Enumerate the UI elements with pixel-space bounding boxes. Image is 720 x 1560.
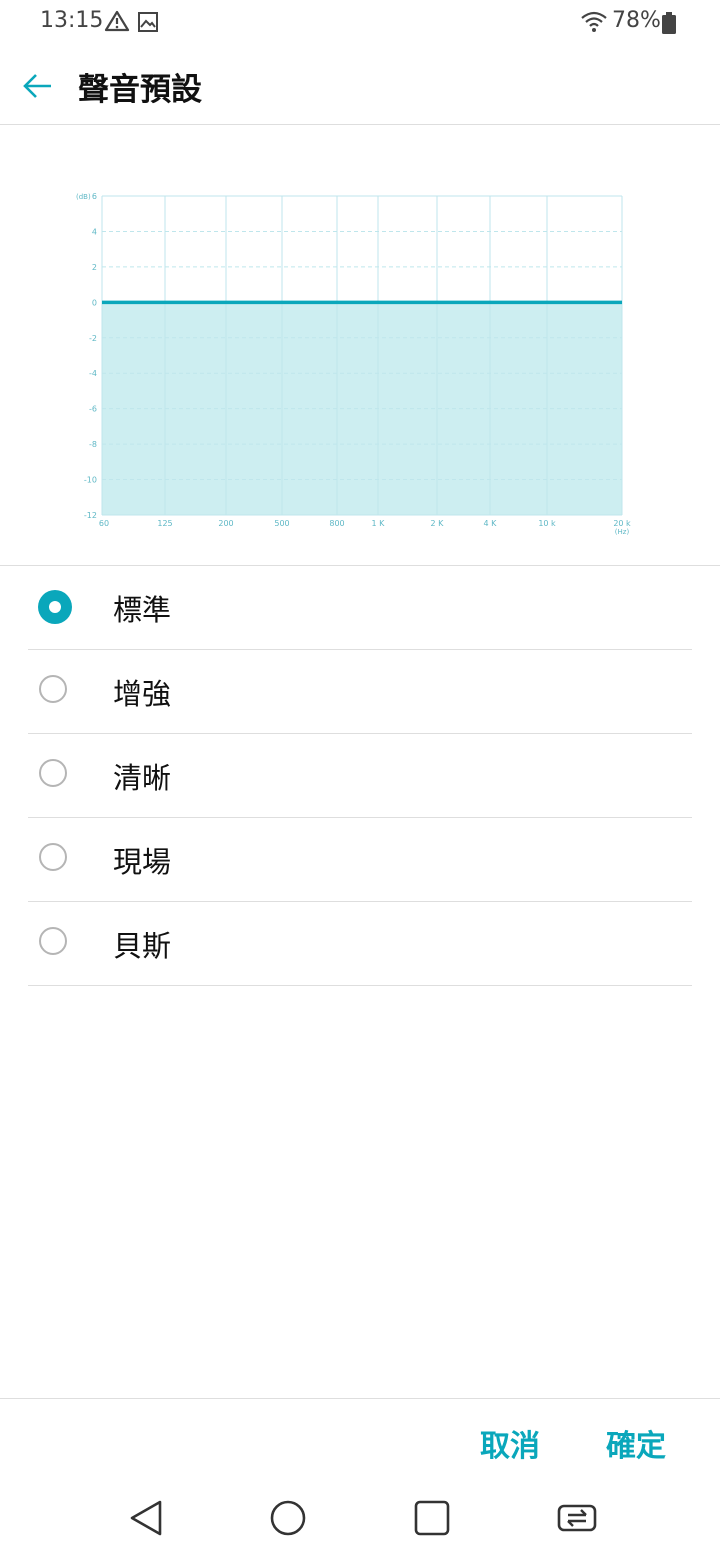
y-tick-label: -10 [84,476,97,485]
y-tick-label: 6 [92,192,97,201]
preset-label: 現場 [113,845,172,879]
x-tick-label: 125 [157,519,172,528]
status-time: 13:15 [40,8,104,33]
radio-button[interactable] [38,590,72,624]
x-tick-label: 10 k [538,519,556,528]
preset-option[interactable]: 現場 [28,818,692,902]
preset-option[interactable]: 清晰 [28,734,692,818]
x-unit-label: (Hz) [615,528,630,536]
x-tick-label: 500 [274,519,289,528]
x-tick-label: 20 k [613,519,631,528]
y-tick-label: 0 [92,298,97,307]
x-tick-label: 2 K [431,519,445,528]
radio-button[interactable] [39,927,67,955]
x-tick-label: 200 [218,519,233,528]
x-tick-label: 800 [329,519,344,528]
y-tick-label: -2 [89,334,97,343]
home-circle-icon[interactable] [268,1498,308,1538]
preset-label: 貝斯 [113,929,172,963]
status-bar: 13:15 78% [0,0,720,48]
image-icon [138,12,158,32]
preset-option[interactable]: 貝斯 [28,902,692,986]
app-bar: 聲音預設 [0,48,720,125]
y-unit-label: (dB) [76,193,91,201]
confirm-button[interactable]: 確定 [606,1421,666,1465]
page-title: 聲音預設 [78,72,202,108]
y-tick-label: -12 [84,511,97,520]
equalizer-chart-svg: 6 4 2 0 -2 -4 -6 -8 -10 -12 (dB) 60 125 200 500 800 1 K 2… [76,192,631,536]
navigation-bar [0,1478,720,1560]
radio-button[interactable] [39,843,67,871]
preset-label: 標準 [113,593,172,627]
preset-label: 增強 [113,677,172,711]
x-tick-label: 4 K [484,519,498,528]
preset-option[interactable]: 標準 [28,566,692,650]
dialog-footer: 取消 確定 [0,1398,720,1479]
preset-label: 清晰 [113,761,172,795]
y-tick-label: 4 [92,227,97,236]
y-tick-label: -6 [89,405,97,414]
switch-app-icon[interactable] [556,1498,597,1538]
cancel-button[interactable]: 取消 [480,1421,540,1465]
back-arrow-icon[interactable] [20,68,56,104]
wifi-icon [580,10,608,34]
radio-button[interactable] [39,759,67,787]
battery-icon [662,12,676,34]
preset-option[interactable]: 增強 [28,650,692,734]
x-tick-label: 60 [99,519,109,528]
y-tick-label: 2 [92,263,97,272]
recents-square-icon[interactable] [412,1498,452,1538]
radio-button[interactable] [39,675,67,703]
back-triangle-icon[interactable] [126,1498,166,1538]
y-tick-label: -8 [89,440,97,449]
x-tick-label: 1 K [372,519,386,528]
battery-percent: 78% [612,8,661,33]
warning-icon [104,10,130,32]
preset-list: 標準 增強 清晰 現場 貝斯 [28,566,692,986]
y-tick-label: -4 [89,369,97,378]
equalizer-chart: 6 4 2 0 -2 -4 -6 -8 -10 -12 (dB) 60 125 200 500 800 1 K 2… [0,125,720,566]
